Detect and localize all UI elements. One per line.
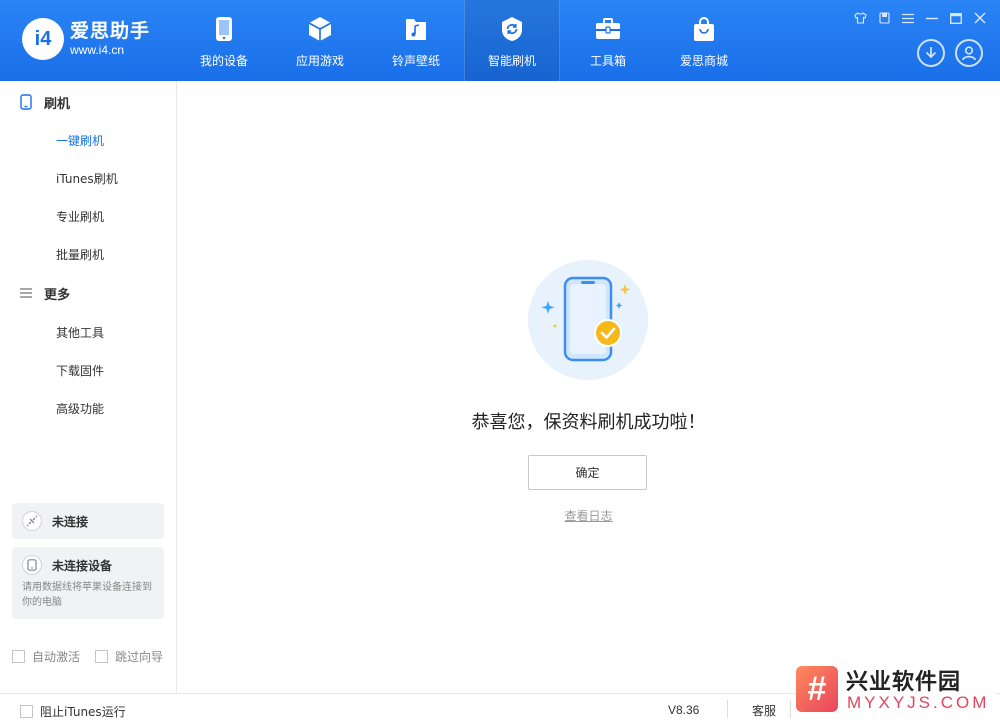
sidebar-item-advanced[interactable]: 高级功能 — [0, 389, 176, 427]
main-content: 恭喜您，保资料刷机成功啦！ 确定 查看日志 — [177, 81, 1000, 693]
nav-my-device[interactable]: 我的设备 — [176, 0, 272, 81]
device-hint: 请用数据线将苹果设备连接到你的电脑 — [22, 582, 152, 608]
success-illustration — [528, 260, 648, 380]
music-file-icon — [402, 15, 430, 43]
watermark-logo: # — [796, 666, 838, 712]
minimize-icon[interactable] — [924, 10, 940, 26]
shopping-bag-icon — [690, 15, 718, 43]
sidebar-section-flash[interactable]: 刷机 — [0, 83, 176, 121]
block-itunes-label: 阻止iTunes运行 — [40, 705, 126, 719]
list-icon — [18, 285, 34, 301]
watermark-url: MYXYJS.COM — [847, 693, 990, 712]
nav-label: 智能刷机 — [487, 54, 536, 68]
phone-outline-icon — [18, 94, 34, 110]
device-status-card: 未连接设备 请用数据线将苹果设备连接到你的电脑 — [12, 547, 164, 619]
disconnected-icon — [22, 511, 42, 531]
device-icon — [22, 555, 42, 575]
sidebar-section-title: 刷机 — [44, 96, 71, 112]
sidebar-section-more[interactable]: 更多 — [0, 274, 176, 312]
nav-label: 铃声壁纸 — [391, 54, 440, 68]
refresh-shield-icon — [498, 15, 526, 43]
sidebar-section-title: 更多 — [44, 287, 71, 303]
main-nav: 我的设备 应用游戏 铃声壁纸 智能刷机 工具箱 爱思商城 — [176, 0, 752, 81]
divider — [790, 700, 791, 718]
view-log-link-text[interactable]: 查看日志 — [564, 509, 612, 523]
auto-activate-label: 自动激活 — [32, 650, 81, 664]
phone-icon — [210, 15, 238, 43]
checkbox-box[interactable] — [12, 650, 25, 663]
app-url: www.i4.cn — [70, 43, 125, 57]
customer-service-link[interactable]: 客服 — [752, 702, 776, 719]
nav-apps-games[interactable]: 应用游戏 — [272, 0, 368, 81]
checkbox-box[interactable] — [20, 705, 33, 718]
sidebar-item-other-tools[interactable]: 其他工具 — [0, 313, 176, 351]
device-status-text: 未连接设备 — [52, 558, 113, 573]
confirm-button[interactable]: 确定 — [528, 455, 647, 490]
nav-label: 我的设备 — [199, 54, 248, 68]
app-logo[interactable]: i4 爱思助手 www.i4.cn — [22, 18, 150, 60]
auto-activate-checkbox[interactable]: 自动激活 — [12, 648, 80, 665]
nav-smart-flash[interactable]: 智能刷机 — [464, 0, 560, 81]
menu-icon[interactable] — [900, 10, 916, 26]
skip-guide-checkbox[interactable]: 跳过向导 — [95, 648, 163, 665]
logo-badge: i4 — [22, 18, 64, 60]
user-icon[interactable] — [955, 39, 983, 67]
close-icon[interactable] — [972, 10, 988, 26]
app-name: 爱思助手 — [70, 20, 151, 42]
nav-shop[interactable]: 爱思商城 — [656, 0, 752, 81]
pin-icon[interactable] — [876, 10, 892, 26]
sidebar-item-batch-flash[interactable]: 批量刷机 — [0, 235, 176, 273]
connection-status-text: 未连接 — [52, 514, 89, 529]
phone-success-icon — [541, 276, 631, 362]
sidebar-item-one-click-flash[interactable]: 一键刷机 — [0, 121, 176, 159]
view-log-link: 查看日志 — [177, 507, 1000, 524]
connection-status-card: 未连接 — [12, 503, 164, 539]
sidebar: 刷机 一键刷机 iTunes刷机 专业刷机 批量刷机 更多 其他工具 下载固件 … — [0, 81, 177, 693]
divider — [727, 700, 728, 718]
nav-ringtones-wallpapers[interactable]: 铃声壁纸 — [368, 0, 464, 81]
sidebar-item-pro-flash[interactable]: 专业刷机 — [0, 197, 176, 235]
block-itunes-checkbox[interactable]: 阻止iTunes运行 — [20, 703, 126, 720]
maximize-icon[interactable] — [948, 10, 964, 26]
nav-label: 应用游戏 — [295, 54, 344, 68]
watermark: # 兴业软件园 MYXYJS.COM — [796, 664, 996, 720]
sidebar-item-itunes-flash[interactable]: iTunes刷机 — [0, 159, 176, 197]
version-label: V8.36 — [668, 703, 700, 717]
window-controls — [852, 10, 988, 26]
watermark-title: 兴业软件园 — [846, 670, 962, 695]
success-message: 恭喜您，保资料刷机成功啦！ — [471, 412, 706, 433]
sidebar-item-download-firmware[interactable]: 下载固件 — [0, 351, 176, 389]
download-icon[interactable] — [917, 39, 945, 67]
nav-label: 爱思商城 — [679, 54, 728, 68]
nav-toolbox[interactable]: 工具箱 — [560, 0, 656, 81]
skin-icon[interactable] — [852, 10, 868, 26]
nav-label: 工具箱 — [589, 54, 626, 68]
top-bar: i4 爱思助手 www.i4.cn 我的设备 应用游戏 铃声壁纸 智能刷机 工具… — [0, 0, 1000, 81]
skip-guide-label: 跳过向导 — [115, 650, 164, 664]
toolbox-icon — [594, 15, 622, 43]
checkbox-box[interactable] — [95, 650, 108, 663]
cube-icon — [306, 15, 334, 43]
